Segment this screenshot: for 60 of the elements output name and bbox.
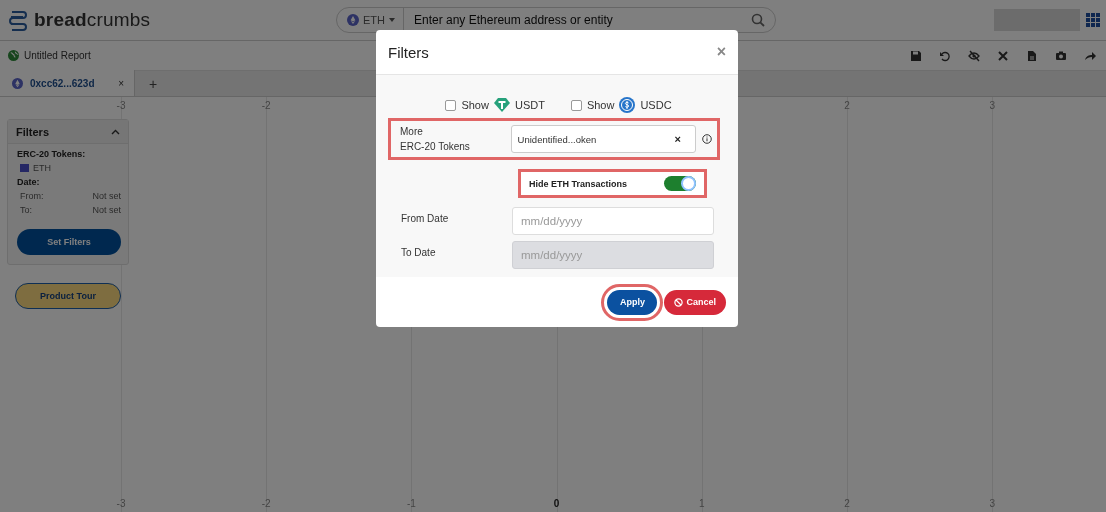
search-icon	[751, 13, 765, 27]
axis-tick-label: 0	[553, 498, 560, 509]
checkbox[interactable]	[570, 99, 582, 111]
date-value: Not set	[92, 205, 121, 215]
axis-tick-label: 3	[989, 498, 995, 509]
field-label: More ERC-20 Tokens	[400, 125, 471, 154]
dialog-title: Filters	[388, 43, 429, 61]
axis-tick-label: 2	[844, 498, 850, 509]
caret-icon	[389, 18, 395, 22]
selected-token: Unidentified...oken	[517, 133, 598, 145]
color-swatch	[20, 164, 29, 172]
toggle-label: Hide ETH Transactions	[529, 178, 628, 189]
close-button[interactable]: ×	[716, 43, 726, 61]
product-tour-button[interactable]: Product Tour	[15, 283, 121, 309]
field-label: To Date	[400, 246, 437, 258]
field-label: From Date	[400, 212, 450, 224]
usdc-icon	[619, 97, 636, 113]
set-filters-button[interactable]: Set Filters	[17, 229, 121, 255]
info-icon	[702, 134, 712, 144]
section-label: Date:	[17, 177, 41, 187]
axis-tick-label: -3	[116, 100, 126, 111]
panel-title: Filters	[16, 125, 49, 138]
chevron-up-icon[interactable]	[111, 128, 120, 135]
checkbox[interactable]	[445, 99, 457, 111]
logo-text: breadcrumbs	[34, 9, 151, 31]
undo-icon[interactable]	[939, 49, 951, 62]
share-icon[interactable]	[1084, 49, 1096, 62]
logo-icon	[8, 9, 28, 31]
add-tab-button[interactable]: +	[149, 76, 158, 92]
toggle-switch[interactable]	[664, 176, 696, 191]
token-select[interactable]: Unidentified...oken ×	[510, 125, 697, 153]
section-label: ERC-20 Tokens:	[17, 149, 87, 159]
save-icon[interactable]	[910, 49, 922, 62]
date-field[interactable]: mm/dd/yyyy	[512, 207, 714, 235]
ethereum-icon	[347, 14, 359, 26]
apps-grid-icon[interactable]	[1086, 13, 1100, 27]
ban-icon	[674, 297, 684, 307]
checkbox-label: Show	[586, 99, 615, 111]
date-label: From:	[20, 191, 44, 201]
tether-icon	[493, 97, 510, 113]
axis-tick-label: 3	[989, 100, 995, 111]
axis-tick-label: 2	[844, 100, 850, 111]
token-name: USDC	[640, 99, 672, 111]
tab-label: 0xcc62...623d	[30, 77, 96, 89]
token-name: ETH	[33, 163, 51, 173]
date-label: To:	[20, 205, 32, 215]
camera-icon[interactable]	[1055, 49, 1067, 62]
close-tab-button[interactable]: ×	[118, 77, 124, 89]
file-icon[interactable]	[1026, 49, 1038, 62]
graph-tab[interactable]: 0xcc62...623d ×	[0, 70, 135, 96]
clear-button[interactable]: ×	[674, 133, 682, 145]
axis-tick-label: -3	[116, 498, 126, 509]
cancel-button[interactable]: Cancel	[664, 289, 726, 315]
report-title[interactable]: Untitled Report	[24, 50, 91, 61]
date-value: Not set	[92, 191, 121, 201]
checkbox-label: Show	[461, 99, 489, 111]
eye-slash-icon[interactable]	[968, 49, 980, 62]
globe-icon	[8, 50, 19, 61]
ethereum-icon	[12, 77, 23, 89]
token-name: USDT	[514, 99, 545, 111]
